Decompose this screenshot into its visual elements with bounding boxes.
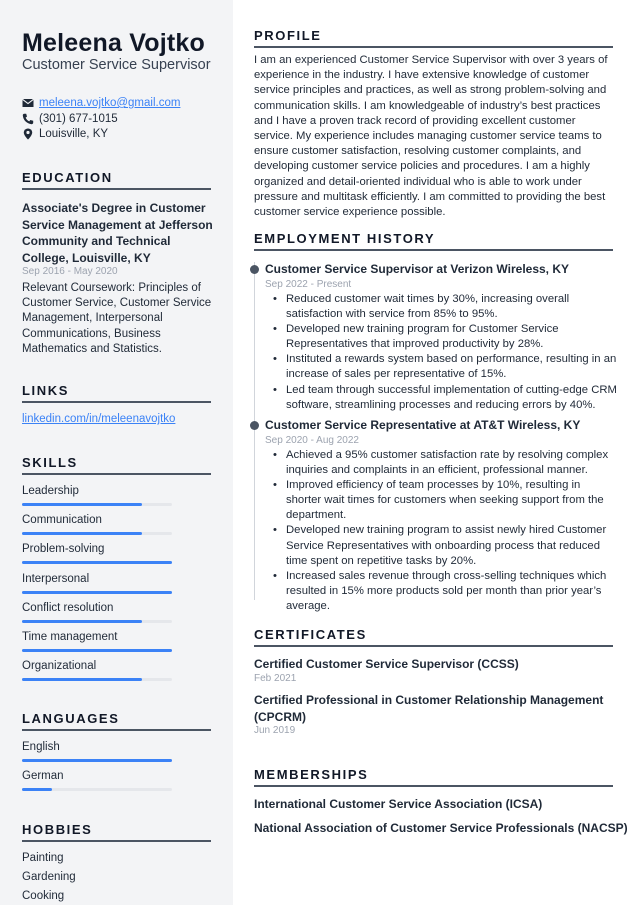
skill-level-fill <box>22 561 172 565</box>
timeline-dot <box>250 421 259 430</box>
language-name: German <box>22 770 64 783</box>
timeline-dot <box>250 265 259 274</box>
memberships-divider <box>254 785 613 787</box>
membership-item: National Association of Customer Service… <box>254 821 628 835</box>
education-date: Sep 2016 - May 2020 <box>22 266 118 277</box>
language-level-bar <box>22 788 172 792</box>
employment-heading: EMPLOYMENT HISTORY <box>254 231 436 246</box>
education-heading: EDUCATION <box>22 170 113 185</box>
candidate-title: Customer Service Supervisor <box>22 57 211 73</box>
language-level-bar <box>22 759 172 762</box>
skill-level-bar <box>22 590 172 594</box>
skills-divider <box>22 473 211 475</box>
certificates-divider <box>254 645 613 647</box>
sidebar: Meleena Vojtko Customer Service Supervis… <box>0 0 233 905</box>
education-divider <box>22 188 211 190</box>
email-link[interactable]: meleena.vojtko@gmail.com <box>39 97 180 109</box>
job-bullet: Improved efficiency of team processes by… <box>273 478 618 523</box>
phone-icon <box>22 113 34 125</box>
hobby-item: Painting <box>22 852 64 864</box>
links-heading: LINKS <box>22 383 69 398</box>
hobbies-heading: HOBBIES <box>22 822 93 837</box>
skill-level-fill <box>22 678 142 682</box>
certificate-date: Jun 2019 <box>254 725 296 736</box>
skill-name: Communication <box>22 514 102 527</box>
phone-number: (301) 677-1015 <box>39 113 118 125</box>
skill-level-bar <box>22 619 172 623</box>
certificate-name: Certified Customer Service Supervisor (C… <box>254 657 519 671</box>
skill-level-bar <box>22 561 172 565</box>
linkedin-link[interactable]: linkedin.com/in/meleenavojtko <box>22 413 175 425</box>
language-name: English <box>22 741 60 753</box>
skill-level-fill <box>22 619 142 623</box>
education-degree: Associate's Degree in Customer Service M… <box>22 201 213 265</box>
job-date: Sep 2022 - Present <box>265 279 352 290</box>
education-description: Relevant Coursework: Principles of Custo… <box>22 282 212 355</box>
memberships-heading: MEMBERSHIPS <box>254 767 369 782</box>
skill-level-fill <box>22 590 172 594</box>
skill-name: Interpersonal <box>22 572 90 585</box>
skill-level-bar <box>22 678 172 682</box>
skill-level-fill <box>22 503 142 506</box>
skill-name: Leadership <box>22 485 79 497</box>
skill-name: Conflict resolution <box>22 601 114 614</box>
contact-phone: (301) 677-1015 <box>22 111 118 127</box>
certificate-name: Certified Professional in Customer Relat… <box>254 693 604 724</box>
skill-name: Time management <box>22 631 118 643</box>
membership-item: International Customer Service Associati… <box>254 797 543 811</box>
language-level-fill <box>22 788 52 792</box>
main-content: PROFILE I am an experienced Customer Ser… <box>233 0 640 905</box>
certificate-date: Feb 2021 <box>254 673 297 684</box>
skill-name: Problem-solving <box>22 543 105 556</box>
job-bullet: Achieved a 95% customer satisfaction rat… <box>273 448 618 478</box>
map-pin-icon <box>22 128 34 140</box>
job-bullet: Instituted a rewards system based on per… <box>273 352 618 382</box>
skill-level-bar <box>22 649 172 652</box>
job-title: Customer Service Supervisor at Verizon W… <box>265 262 570 276</box>
skill-level-bar <box>22 532 172 536</box>
languages-heading: LANGUAGES <box>22 711 120 726</box>
job-bullets: Reduced customer wait times by 30%, incr… <box>273 292 618 413</box>
timeline-line <box>254 262 255 600</box>
skill-level-bar <box>22 503 172 506</box>
links-divider <box>22 401 211 403</box>
hobby-item: Gardening <box>22 871 76 883</box>
contact-location: Louisville, KY <box>22 126 108 142</box>
hobbies-divider <box>22 840 211 842</box>
skill-level-fill <box>22 649 172 652</box>
job-title: Customer Service Representative at AT&T … <box>265 418 581 432</box>
skill-name: Organizational <box>22 660 97 673</box>
envelope-icon <box>22 97 34 109</box>
language-level-fill <box>22 759 172 762</box>
hobby-item: Cooking <box>22 890 65 902</box>
profile-summary: I am an experienced Customer Service Sup… <box>254 54 608 219</box>
job-bullets: Achieved a 95% customer satisfaction rat… <box>273 448 618 614</box>
employment-divider <box>254 249 613 251</box>
job-bullet: Reduced customer wait times by 30%, incr… <box>273 292 618 322</box>
job-bullet: Developed new training program to assist… <box>273 523 618 568</box>
skill-level-fill <box>22 532 142 536</box>
candidate-name: Meleena Vojtko <box>22 29 205 57</box>
job-date: Sep 2020 - Aug 2022 <box>265 435 359 446</box>
languages-divider <box>22 729 211 731</box>
profile-heading: PROFILE <box>254 28 322 43</box>
job-bullet: Led team through successful implementati… <box>273 383 618 413</box>
certificates-heading: CERTIFICATES <box>254 627 367 642</box>
skills-heading: SKILLS <box>22 455 78 470</box>
location-text: Louisville, KY <box>39 128 109 140</box>
profile-divider <box>254 46 613 48</box>
contact-email: meleena.vojtko@gmail.com <box>22 95 180 111</box>
job-bullet: Developed new training program for Custo… <box>273 322 618 352</box>
job-bullet: Increased sales revenue through cross-se… <box>273 569 618 614</box>
